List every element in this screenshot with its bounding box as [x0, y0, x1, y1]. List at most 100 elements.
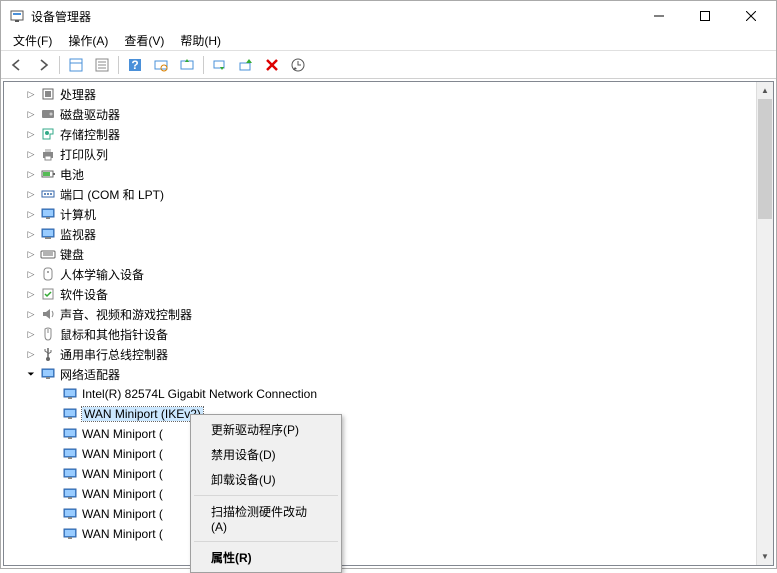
device-label: WAN Miniport (	[82, 507, 163, 521]
forward-button[interactable]	[31, 53, 55, 77]
context-menu-properties[interactable]: 属性(R)	[193, 545, 339, 570]
context-menu-update-driver[interactable]: 更新驱动程序(P)	[193, 417, 339, 442]
network-device-item[interactable]: WAN Miniport (	[4, 524, 756, 544]
network-adapter-icon	[62, 446, 78, 462]
category-label: 处理器	[60, 86, 96, 103]
network-device-item[interactable]: WAN Miniport (IKEv2)	[4, 404, 756, 424]
device-label: WAN Miniport (IKEv2)	[82, 407, 203, 421]
network-device-item[interactable]: WAN Miniport (	[4, 464, 756, 484]
device-category[interactable]: ▷鼠标和其他指针设备	[4, 324, 756, 344]
disable-device-button[interactable]	[208, 53, 232, 77]
device-category[interactable]: ▷软件设备	[4, 284, 756, 304]
expand-icon[interactable]: ▷	[24, 207, 38, 221]
uninstall-device-button[interactable]	[260, 53, 284, 77]
expand-icon[interactable]: ▷	[24, 327, 38, 341]
collapse-icon[interactable]: ⏷	[24, 367, 38, 381]
content-area: ▷处理器▷磁盘驱动器▷存储控制器▷打印队列▷电池▷端口 (COM 和 LPT)▷…	[3, 81, 774, 566]
expand-icon[interactable]: ▷	[24, 307, 38, 321]
device-category[interactable]: ▷通用串行总线控制器	[4, 344, 756, 364]
expand-icon[interactable]: ▷	[24, 287, 38, 301]
device-category[interactable]: ▷ 存储控制器	[4, 124, 756, 144]
device-label: Intel(R) 82574L Gigabit Network Connecti…	[82, 387, 317, 401]
vertical-scrollbar[interactable]: ▲ ▼	[756, 82, 773, 565]
audio-icon	[40, 306, 56, 322]
close-button[interactable]	[728, 1, 774, 31]
context-menu-separator	[194, 541, 338, 542]
scroll-thumb[interactable]	[758, 99, 772, 219]
context-menu-disable-device[interactable]: 禁用设备(D)	[193, 442, 339, 467]
toolbar-separator	[118, 56, 119, 74]
device-category[interactable]: ▷ 声音、视频和游戏控制器	[4, 304, 756, 324]
context-menu-uninstall-device[interactable]: 卸载设备(U)	[193, 467, 339, 492]
printer-icon	[40, 146, 56, 162]
properties-button[interactable]	[90, 53, 114, 77]
menu-help[interactable]: 帮助(H)	[172, 30, 229, 51]
monitor-icon	[40, 226, 56, 242]
title-bar: 设备管理器	[1, 1, 776, 31]
maximize-button[interactable]	[682, 1, 728, 31]
network-adapter-icon	[62, 386, 78, 402]
expand-icon[interactable]: ▷	[24, 227, 38, 241]
scroll-down-button[interactable]: ▼	[757, 548, 773, 565]
device-category[interactable]: ▷磁盘驱动器	[4, 104, 756, 124]
help-button[interactable]: ?	[123, 53, 147, 77]
device-category[interactable]: ▷ 人体学输入设备	[4, 264, 756, 284]
network-device-item[interactable]: WAN Miniport (	[4, 484, 756, 504]
menu-action[interactable]: 操作(A)	[60, 30, 116, 51]
context-menu-separator	[194, 495, 338, 496]
svg-text:?: ?	[131, 58, 138, 72]
device-category[interactable]: ▷ 计算机	[4, 204, 756, 224]
category-label: 计算机	[60, 206, 96, 223]
network-adapter-icon	[62, 466, 78, 482]
minimize-button[interactable]	[636, 1, 682, 31]
update-driver-button[interactable]	[175, 53, 199, 77]
usb-icon	[40, 346, 56, 362]
expand-icon[interactable]: ▷	[24, 147, 38, 161]
menu-file[interactable]: 文件(F)	[5, 30, 60, 51]
expand-icon[interactable]: ▷	[24, 127, 38, 141]
device-category[interactable]: ▷ 监视器	[4, 224, 756, 244]
category-label: 声音、视频和游戏控制器	[60, 306, 192, 323]
back-button[interactable]	[5, 53, 29, 77]
expand-icon[interactable]: ▷	[24, 107, 38, 121]
expand-icon[interactable]: ▷	[24, 87, 38, 101]
category-label: 键盘	[60, 246, 84, 263]
network-device-item[interactable]: WAN Miniport (	[4, 444, 756, 464]
device-category[interactable]: ▷端口 (COM 和 LPT)	[4, 184, 756, 204]
cpu-icon	[40, 86, 56, 102]
category-label: 人体学输入设备	[60, 266, 144, 283]
expand-icon[interactable]: ▷	[24, 247, 38, 261]
network-device-item[interactable]: Intel(R) 82574L Gigabit Network Connecti…	[4, 384, 756, 404]
computer-icon	[40, 206, 56, 222]
show-hide-tree-button[interactable]	[64, 53, 88, 77]
device-label: WAN Miniport (	[82, 467, 163, 481]
device-label: WAN Miniport (	[82, 487, 163, 501]
device-tree[interactable]: ▷处理器▷磁盘驱动器▷存储控制器▷打印队列▷电池▷端口 (COM 和 LPT)▷…	[4, 82, 756, 565]
network-device-item[interactable]: WAN Miniport (	[4, 504, 756, 524]
expand-icon[interactable]: ▷	[24, 347, 38, 361]
network-adapter-icon	[62, 506, 78, 522]
category-label: 存储控制器	[60, 126, 120, 143]
device-category[interactable]: ▷打印队列	[4, 144, 756, 164]
add-legacy-hardware-button[interactable]	[286, 53, 310, 77]
category-label: 监视器	[60, 226, 96, 243]
device-category[interactable]: ▷ 处理器	[4, 84, 756, 104]
window-controls	[636, 1, 774, 31]
device-category-network[interactable]: ⏷网络适配器	[4, 364, 756, 384]
enable-device-button[interactable]	[234, 53, 258, 77]
expand-icon[interactable]: ▷	[24, 167, 38, 181]
expand-icon[interactable]: ▷	[24, 267, 38, 281]
expand-icon[interactable]: ▷	[24, 187, 38, 201]
menu-bar: 文件(F) 操作(A) 查看(V) 帮助(H)	[1, 31, 776, 51]
scroll-up-button[interactable]: ▲	[757, 82, 773, 99]
device-label: WAN Miniport (	[82, 527, 163, 541]
device-category[interactable]: ▷ 键盘	[4, 244, 756, 264]
mouse-icon	[40, 326, 56, 342]
menu-view[interactable]: 查看(V)	[116, 30, 172, 51]
device-category[interactable]: ▷电池	[4, 164, 756, 184]
scan-hardware-button[interactable]	[149, 53, 173, 77]
network-device-item[interactable]: WAN Miniport (	[4, 424, 756, 444]
storage-icon	[40, 126, 56, 142]
context-menu-scan-hardware[interactable]: 扫描检测硬件改动(A)	[193, 499, 339, 538]
app-icon	[9, 8, 25, 24]
